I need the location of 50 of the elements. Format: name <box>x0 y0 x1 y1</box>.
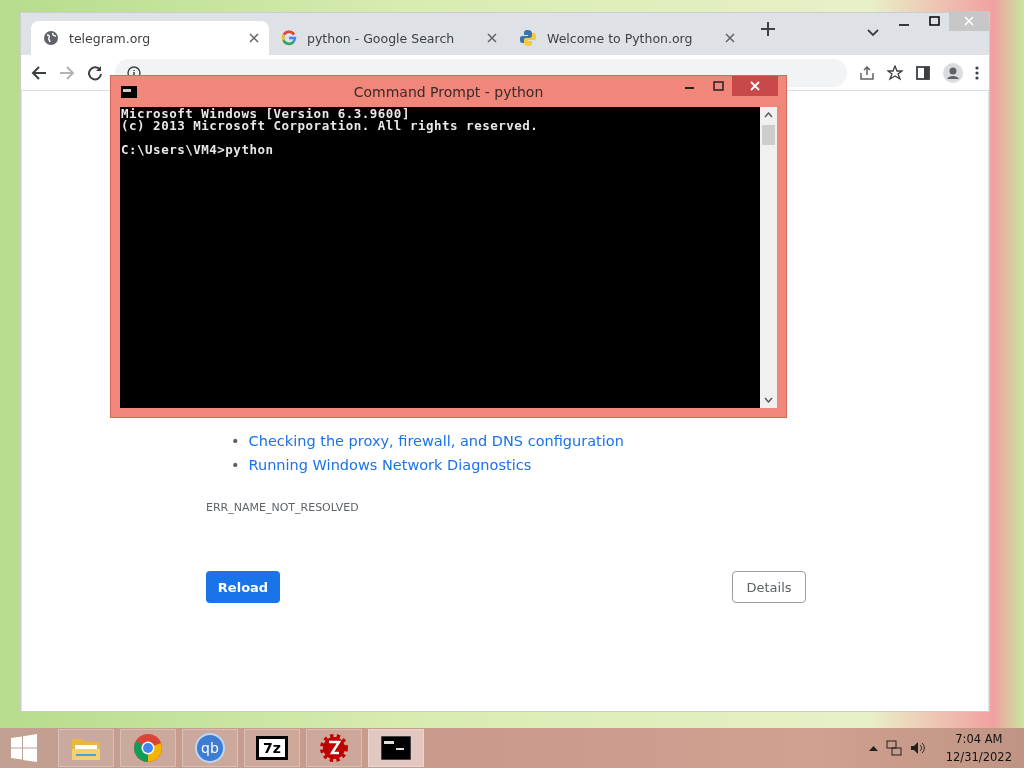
taskbar-app[interactable] <box>368 729 424 767</box>
back-icon[interactable] <box>31 64 47 81</box>
console-icon <box>381 736 411 760</box>
console-line: (c) 2013 Microsoft Corporation. All rights reserved. <box>121 120 539 132</box>
google-icon <box>281 30 297 46</box>
start-icon[interactable] <box>10 734 38 762</box>
suggestion-link[interactable]: Checking the proxy, firewall, and DNS configuration <box>248 429 624 453</box>
reload-icon[interactable] <box>87 64 103 81</box>
close-icon[interactable] <box>725 33 735 43</box>
taskbar-app[interactable]: qb <box>182 729 238 767</box>
new-tab-icon[interactable] <box>761 22 775 36</box>
close-icon[interactable] <box>487 33 497 43</box>
star-icon[interactable] <box>887 64 903 81</box>
python-icon <box>519 29 537 47</box>
gear-icon <box>319 733 349 763</box>
menu-icon[interactable] <box>975 65 979 80</box>
bullet: • <box>231 456 240 475</box>
chrome-icon <box>133 733 163 763</box>
scroll-up-icon[interactable] <box>764 112 773 118</box>
network-icon[interactable] <box>885 740 902 756</box>
side-panel-icon[interactable] <box>915 64 931 81</box>
browser-tab[interactable]: telegram.org <box>31 21 269 55</box>
details-button[interactable]: Details <box>732 571 806 603</box>
close-icon[interactable] <box>249 33 259 43</box>
bullet: • <box>231 432 240 451</box>
error-code: ERR_NAME_NOT_RESOLVED <box>206 501 359 514</box>
clock-time: 7:04 AM <box>955 732 1003 746</box>
browser-tab[interactable]: python - Google Search <box>269 21 507 55</box>
taskbar-app[interactable] <box>306 729 362 767</box>
console-prompt: C:\Users\VM4>python <box>121 144 274 156</box>
qbittorrent-icon: qb <box>195 733 225 763</box>
chevron-icon[interactable] <box>867 29 879 37</box>
clock-date: 12/31/2022 <box>945 750 1012 764</box>
archive-icon: 7z <box>256 736 288 760</box>
profile-icon[interactable] <box>943 62 963 83</box>
browser-tab[interactable]: Welcome to Python.org <box>507 21 745 55</box>
console-icon <box>121 86 137 98</box>
suggestion-link[interactable]: Running Windows Network Diagnostics <box>248 453 532 477</box>
chevron-up-icon[interactable] <box>868 745 878 751</box>
taskbar-app[interactable]: 7z <box>244 729 300 767</box>
reload-button[interactable]: Reload <box>206 571 280 603</box>
scroll-thumb[interactable] <box>762 125 775 145</box>
scroll-down-icon[interactable] <box>764 397 773 403</box>
speaker-icon[interactable] <box>909 740 926 756</box>
close-icon[interactable] <box>732 76 778 96</box>
globe-icon <box>43 30 59 46</box>
window-title: Command Prompt - python <box>353 83 544 100</box>
share-icon[interactable] <box>859 64 875 81</box>
scrollbar[interactable] <box>760 107 777 408</box>
console-line: Microsoft Windows [Version 6.3.9600] <box>121 108 410 120</box>
